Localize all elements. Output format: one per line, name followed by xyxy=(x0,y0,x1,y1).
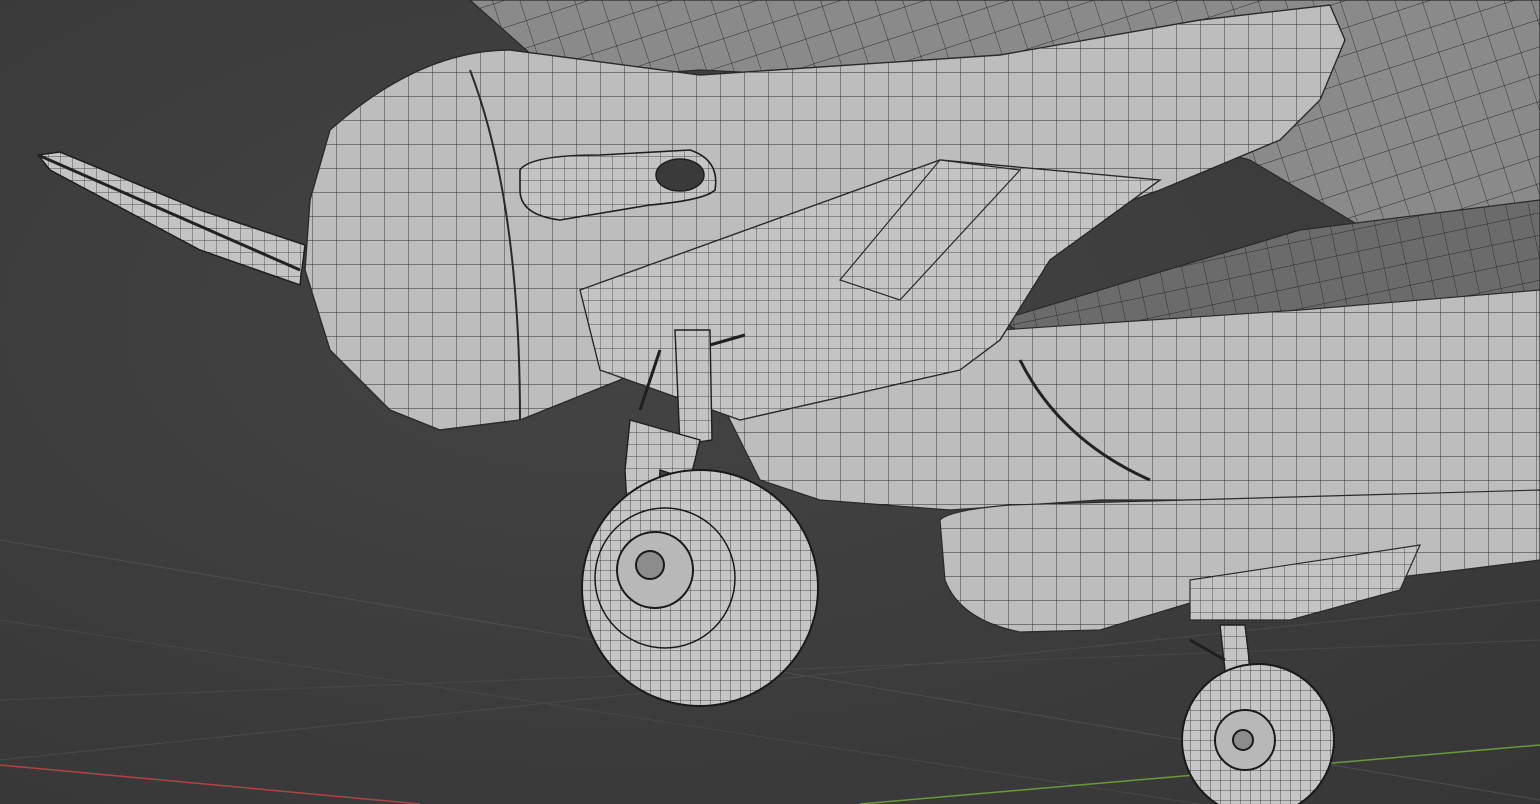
3d-viewport[interactable] xyxy=(0,0,1540,804)
propeller-blade-icon[interactable] xyxy=(36,151,306,287)
second-landing-gear-icon[interactable] xyxy=(1181,624,1335,804)
drop-tank-icon[interactable] xyxy=(939,489,1540,633)
x-axis-line xyxy=(0,764,421,804)
viewport-canvas[interactable] xyxy=(0,0,1540,804)
